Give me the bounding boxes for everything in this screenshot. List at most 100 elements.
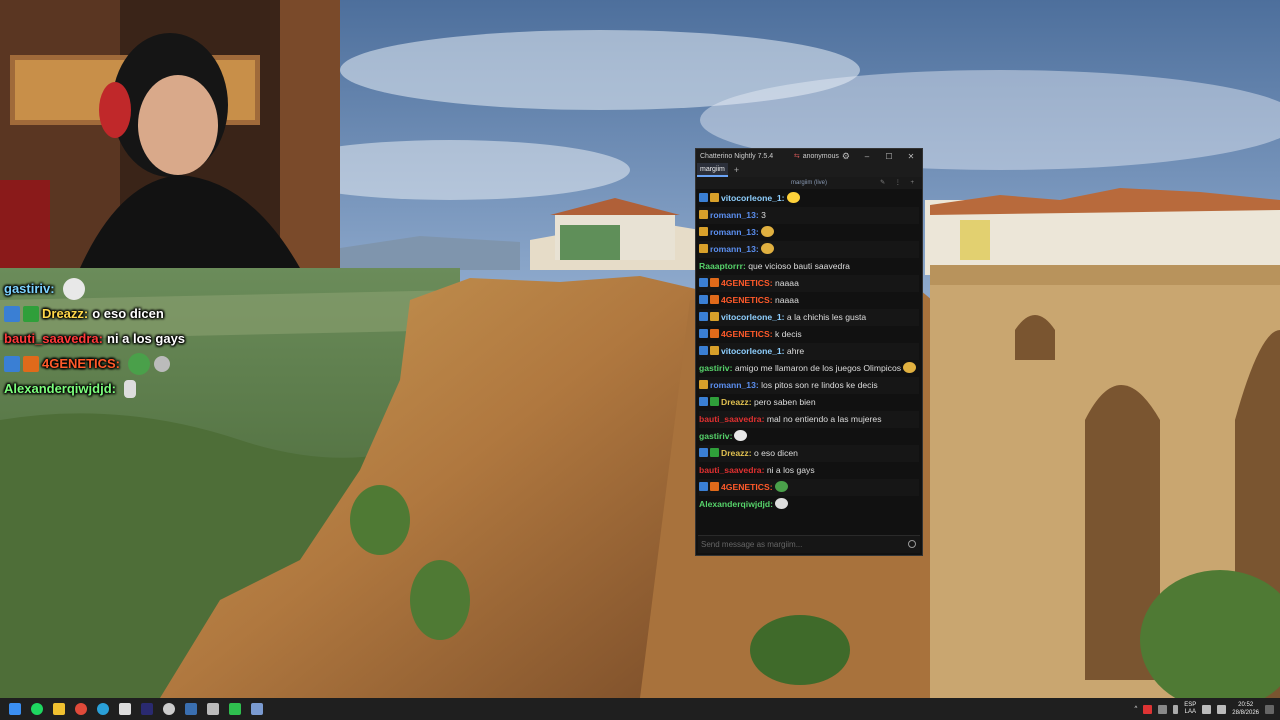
- network-icon[interactable]: [1158, 704, 1168, 714]
- chat-message[interactable]: romann_13:: [699, 241, 919, 258]
- chat-username[interactable]: bauti_saavedra:: [699, 465, 764, 475]
- edge-icon[interactable]: [92, 698, 114, 720]
- mod-badge-icon[interactable]: [710, 397, 719, 406]
- chat-message[interactable]: romann_13: los pitos son re lindos ke de…: [699, 377, 919, 394]
- chat-username[interactable]: romann_13:: [710, 244, 759, 254]
- microphone-icon[interactable]: [1173, 704, 1179, 714]
- sub-badge-icon[interactable]: [710, 312, 719, 321]
- mod-badge-icon[interactable]: [710, 448, 719, 457]
- premiere-icon[interactable]: [136, 698, 158, 720]
- obs-icon[interactable]: [158, 698, 180, 720]
- orange-badge-icon[interactable]: [710, 278, 719, 287]
- chat-message[interactable]: vitocorleone_1: ahre: [699, 343, 919, 360]
- chat-username[interactable]: romann_13:: [710, 210, 759, 220]
- sub-badge-icon[interactable]: [699, 210, 708, 219]
- chat-message[interactable]: vitocorleone_1:: [699, 190, 919, 207]
- split-menu-icon[interactable]: ✎ ⋮ +: [880, 179, 918, 186]
- chat-message[interactable]: romann_13:: [699, 224, 919, 241]
- emote-icon[interactable]: [786, 192, 800, 203]
- chat-username[interactable]: 4GENETICS:: [721, 295, 773, 305]
- chat-username[interactable]: vitocorleone_1:: [721, 346, 785, 356]
- prime-badge-icon[interactable]: [699, 397, 708, 406]
- language-indicator[interactable]: ESP LAA: [1184, 702, 1196, 716]
- start-icon[interactable]: [4, 698, 26, 720]
- sub-badge-icon[interactable]: [699, 227, 708, 236]
- chat-message[interactable]: 4GENETICS:: [699, 479, 919, 496]
- chat-message[interactable]: Dreazz: o eso dicen: [699, 445, 919, 462]
- chat-username[interactable]: 4GENETICS:: [721, 329, 773, 339]
- flag-icon[interactable]: [1143, 704, 1153, 714]
- account-switcher[interactable]: ⇆ anonymous ⚙: [794, 151, 850, 162]
- emote-icon[interactable]: [774, 481, 788, 492]
- prime-badge-icon[interactable]: [699, 346, 708, 355]
- prime-badge-icon[interactable]: [699, 448, 708, 457]
- chatterino-icon[interactable]: [246, 698, 268, 720]
- chat-message[interactable]: 4GENETICS: naaaa: [699, 292, 919, 309]
- emote-icon[interactable]: [903, 362, 917, 373]
- chat-username[interactable]: Dreazz:: [721, 448, 752, 458]
- chat-username[interactable]: Raaaptorrr:: [699, 261, 746, 271]
- message-input[interactable]: Send message as margiim...: [698, 535, 920, 553]
- chat-username[interactable]: 4GENETICS:: [721, 482, 773, 492]
- chat-message[interactable]: 4GENETICS: k decis: [699, 326, 919, 343]
- chat-message[interactable]: gastiriv: amigo me llamaron de los juego…: [699, 360, 919, 377]
- emoji-picker-icon[interactable]: [908, 540, 916, 548]
- chat-username[interactable]: romann_13:: [710, 227, 759, 237]
- wifi-icon[interactable]: [1202, 704, 1212, 714]
- prime-badge-icon[interactable]: [699, 278, 708, 287]
- sub-badge-icon[interactable]: [710, 193, 719, 202]
- steam2-icon[interactable]: [202, 698, 224, 720]
- settings-gear-icon[interactable]: ⚙: [842, 151, 850, 162]
- chat-username[interactable]: bauti_saavedra:: [699, 414, 764, 424]
- sub-badge-icon[interactable]: [699, 244, 708, 253]
- emote-icon[interactable]: [734, 430, 748, 441]
- tray-chevron-icon[interactable]: ^: [1134, 706, 1137, 712]
- chat-username[interactable]: Dreazz:: [721, 397, 752, 407]
- spotify-icon[interactable]: [26, 698, 48, 720]
- orange-badge-icon[interactable]: [710, 482, 719, 491]
- explorer-icon[interactable]: [48, 698, 70, 720]
- notifications-icon[interactable]: [1265, 704, 1274, 714]
- prime-badge-icon[interactable]: [699, 193, 708, 202]
- sub-badge-icon[interactable]: [699, 380, 708, 389]
- chat-message[interactable]: romann_13: 3: [699, 207, 919, 224]
- chat-message[interactable]: bauti_saavedra: ni a los gays: [699, 462, 919, 479]
- chat-username[interactable]: vitocorleone_1:: [721, 193, 785, 203]
- orange-badge-icon[interactable]: [710, 295, 719, 304]
- chat-username[interactable]: romann_13:: [710, 380, 759, 390]
- prime-badge-icon[interactable]: [699, 295, 708, 304]
- prime-badge-icon[interactable]: [699, 482, 708, 491]
- prime-badge-icon[interactable]: [699, 312, 708, 321]
- terminal-icon[interactable]: [224, 698, 246, 720]
- emote-icon[interactable]: [760, 243, 774, 254]
- close-button[interactable]: ✕: [900, 152, 922, 161]
- volume-icon[interactable]: [1217, 704, 1227, 714]
- notepad-icon[interactable]: [114, 698, 136, 720]
- minimize-button[interactable]: –: [856, 152, 878, 161]
- chat-username[interactable]: gastiriv:: [699, 363, 732, 373]
- chat-username[interactable]: 4GENETICS:: [721, 278, 773, 288]
- orange-badge-icon[interactable]: [710, 329, 719, 338]
- sub-badge-icon[interactable]: [710, 346, 719, 355]
- steam-icon[interactable]: [180, 698, 202, 720]
- chat-message[interactable]: Raaaptorrr: que vicioso bauti saavedra: [699, 258, 919, 275]
- chat-username[interactable]: Alexanderqiwjdjd:: [699, 499, 773, 509]
- tab-margiim[interactable]: margiim: [697, 163, 728, 177]
- chat-message[interactable]: Dreazz: pero saben bien: [699, 394, 919, 411]
- chat-message[interactable]: Alexanderqiwjdjd:: [699, 496, 919, 513]
- chrome-icon[interactable]: [70, 698, 92, 720]
- chat-message[interactable]: gastiriv:: [699, 428, 919, 445]
- chatterino-window[interactable]: Chatterino Nightly 7.5.4 ⇆ anonymous ⚙ –…: [695, 148, 923, 556]
- emote-icon[interactable]: [775, 498, 789, 509]
- chat-message[interactable]: 4GENETICS: naaaa: [699, 275, 919, 292]
- maximize-button[interactable]: ☐: [878, 152, 900, 161]
- window-titlebar[interactable]: Chatterino Nightly 7.5.4 ⇆ anonymous ⚙ –…: [696, 149, 922, 163]
- chat-message[interactable]: bauti_saavedra: mal no entiendo a las mu…: [699, 411, 919, 428]
- chat-username[interactable]: vitocorleone_1:: [721, 312, 785, 322]
- chat-username[interactable]: gastiriv:: [699, 431, 732, 441]
- split-header[interactable]: margiim (live) ✎ ⋮ +: [696, 177, 922, 189]
- emote-icon[interactable]: [760, 226, 774, 237]
- prime-badge-icon[interactable]: [699, 329, 708, 338]
- clock[interactable]: 20:52 28/8/2026: [1232, 701, 1259, 717]
- add-tab-button[interactable]: +: [734, 165, 739, 175]
